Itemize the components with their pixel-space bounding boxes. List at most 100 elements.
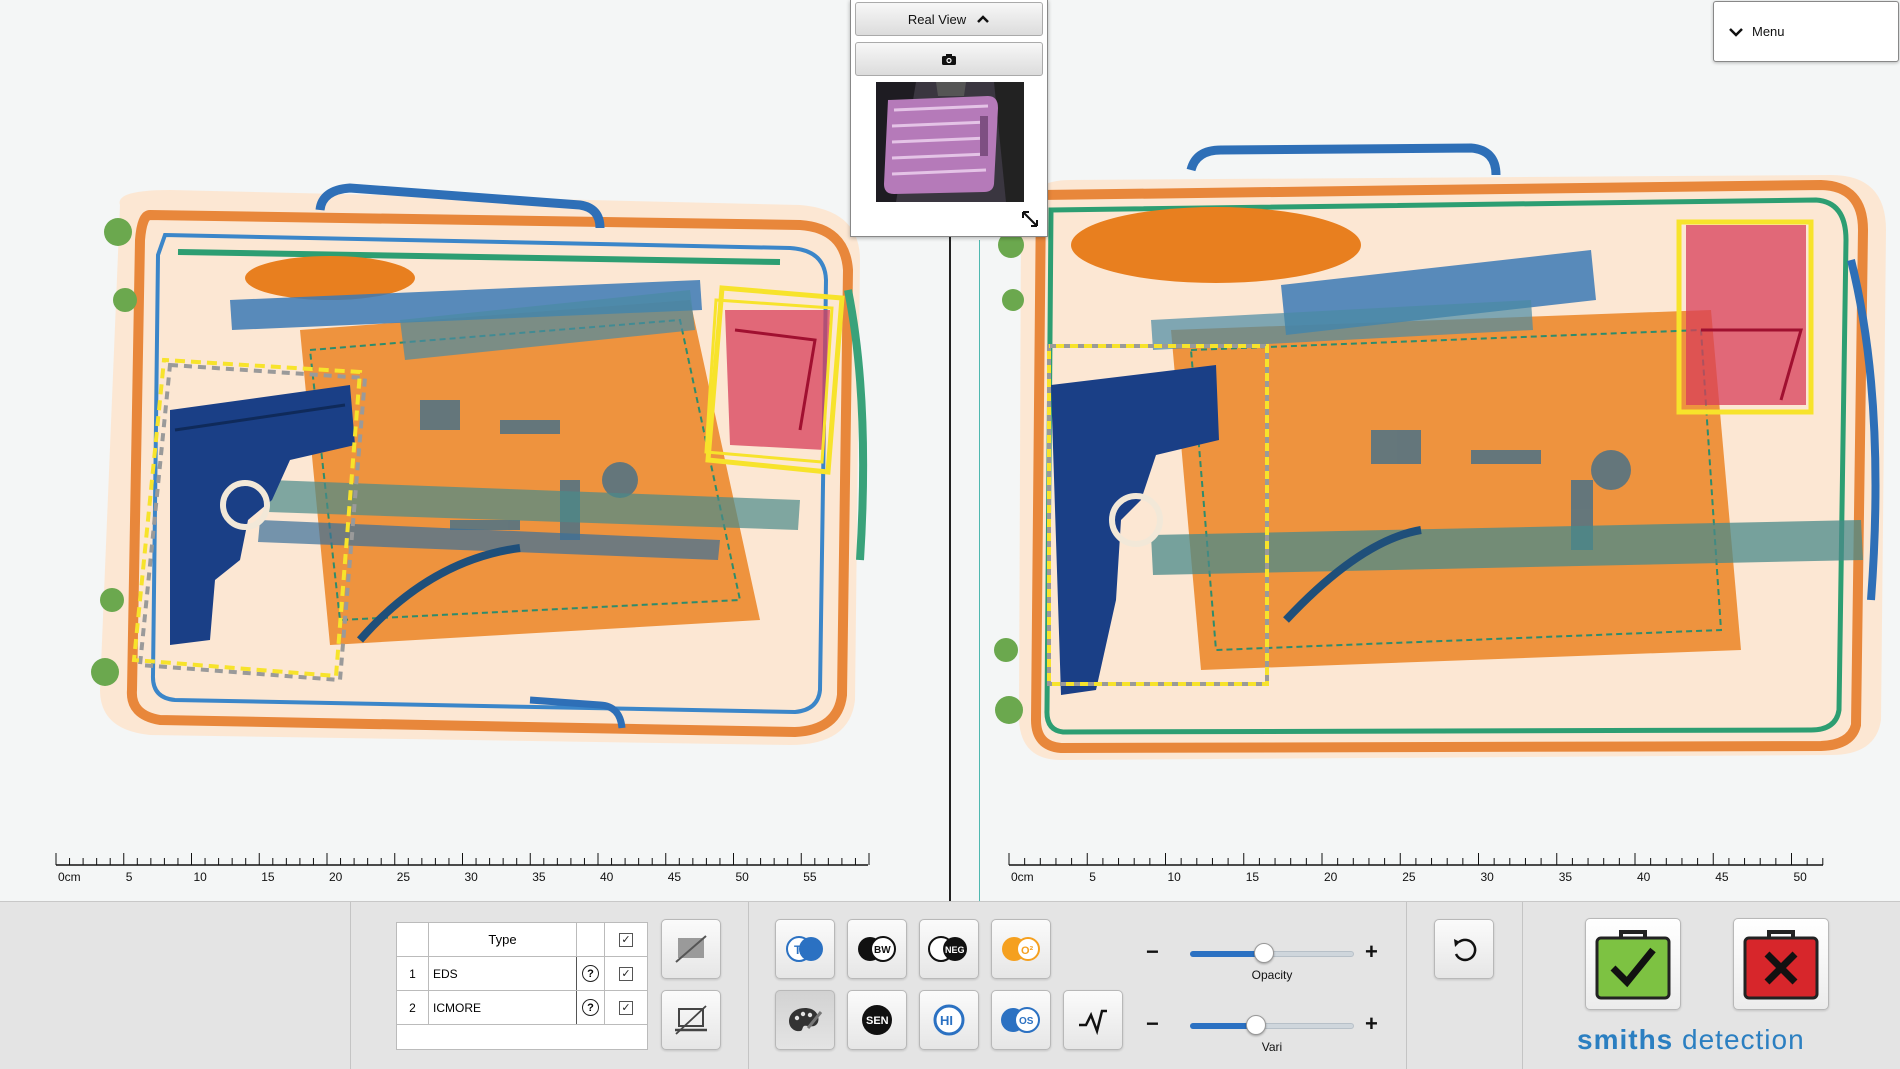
ts-button[interactable]: TS (775, 919, 835, 979)
type-column-header: Type (429, 923, 577, 956)
opacity-increase-button[interactable]: + (1365, 937, 1378, 967)
ruler-left: 0cm 5 10 15 20 25 30 35 40 45 50 55 (55, 853, 870, 884)
detection-table: Type ✓ 1 EDS ? ✓ 2 ICMORE ? ✓ (396, 922, 648, 1050)
function-curve-button[interactable] (1063, 990, 1123, 1050)
chevron-up-icon (977, 15, 990, 23)
help-icon[interactable]: ? (582, 999, 599, 1016)
overlay-off-icon (675, 935, 707, 963)
brand-logo: smiths detection (1577, 1024, 1847, 1056)
detection-row-checkbox[interactable]: ✓ (619, 1000, 633, 1015)
left-view-pane[interactable]: 0cm 5 10 15 20 25 30 35 40 45 50 55 (0, 0, 949, 901)
bw-button[interactable]: BW (847, 919, 907, 979)
suitcase-photo[interactable] (876, 82, 1024, 202)
vari-decrease-button[interactable]: − (1146, 1009, 1159, 1039)
vari-slider[interactable]: − + Vari (1146, 1008, 1386, 1058)
ruler-tick-label: 45 (668, 870, 682, 884)
curve-icon (1079, 1009, 1107, 1035)
bw-icon: BW (858, 936, 896, 962)
ruler-tick-label: 20 (1324, 870, 1338, 884)
o2-icon: O² (1002, 937, 1040, 961)
bottom-toolbar: Type ✓ 1 EDS ? ✓ 2 ICMORE ? ✓ TS BW NEG … (0, 901, 1900, 1069)
detection-table-header: Type ✓ (397, 923, 647, 957)
ruler-tick-label: 25 (1402, 870, 1416, 884)
toolbar-separator (350, 902, 351, 1069)
brand-name-part1: smiths (1577, 1024, 1674, 1055)
detection-row[interactable]: 1 EDS ? ✓ (397, 957, 647, 991)
xray-image-right[interactable] (951, 0, 1900, 860)
expand-icon[interactable] (1019, 208, 1041, 230)
detection-row-type: ICMORE (429, 991, 577, 1024)
ruler-tick-label: 50 (736, 870, 750, 884)
os-icon: OS (1001, 1007, 1040, 1033)
ruler-tick-label: 45 (1715, 870, 1729, 884)
alarm-bag-button[interactable] (1733, 918, 1829, 1010)
opacity-slider-handle[interactable] (1253, 943, 1274, 963)
real-view-panel: Real View (850, 0, 1048, 237)
suitcase-check-icon (1595, 930, 1671, 1000)
vari-slider-handle[interactable] (1245, 1015, 1266, 1035)
xray-image-left[interactable] (0, 0, 949, 860)
sen-button[interactable]: SEN (847, 990, 907, 1050)
snapshot-button[interactable] (855, 42, 1043, 76)
opacity-decrease-button[interactable]: − (1146, 937, 1159, 967)
hide-overlay-button[interactable] (661, 919, 721, 979)
ruler-tick-label: 10 (1168, 870, 1182, 884)
select-all-checkbox[interactable]: ✓ (619, 932, 633, 947)
real-view-toggle-button[interactable]: Real View (855, 2, 1043, 36)
ruler-tick-label: 5 (126, 870, 133, 884)
ruler-tick-label: 30 (465, 870, 479, 884)
camera-icon (942, 53, 956, 65)
laptop-icon (675, 1005, 707, 1035)
ts-label: TS (794, 943, 809, 957)
hi-button[interactable]: HI (919, 990, 979, 1050)
reset-button[interactable] (1434, 919, 1494, 979)
toolbar-separator (1406, 902, 1407, 1069)
hi-icon: HI (933, 1004, 965, 1036)
opacity-slider[interactable]: − + Opacity (1146, 936, 1386, 986)
ruler-tick-label: 40 (1637, 870, 1651, 884)
brand-name-part2: detection (1673, 1024, 1805, 1055)
ruler-right: 0cm 5 10 15 20 25 30 35 40 45 50 (1008, 853, 1824, 884)
ruler-right-zero-label: 0cm (1011, 870, 1034, 884)
vari-increase-button[interactable]: + (1365, 1009, 1378, 1039)
clear-bag-button[interactable] (1585, 918, 1681, 1010)
menu-label: Menu (1752, 24, 1785, 39)
laptop-overlay-button[interactable] (661, 990, 721, 1050)
ruler-tick-label: 35 (532, 870, 546, 884)
palette-icon (789, 1008, 823, 1032)
neg-button[interactable]: NEG (919, 919, 979, 979)
neg-label: NEG (945, 945, 965, 955)
bw-label: BW (874, 945, 891, 956)
ruler-tick-label: 15 (1246, 870, 1260, 884)
right-view-pane[interactable]: 0cm 5 10 15 20 25 30 35 40 45 50 (951, 0, 1900, 901)
chevron-down-icon (1729, 27, 1743, 37)
real-view-label: Real View (907, 11, 967, 27)
rotate-ccw-icon (1454, 938, 1477, 962)
o2-label: O² (1021, 945, 1034, 957)
ruler-left-zero-label: 0cm (58, 870, 81, 884)
opacity-slider-fill (1190, 951, 1264, 957)
detection-row[interactable]: 2 ICMORE ? ✓ (397, 991, 647, 1025)
ruler-tick-label: 50 (1794, 870, 1808, 884)
suitcase-x-icon (1743, 930, 1819, 1000)
o2-button[interactable]: O² (991, 919, 1051, 979)
detection-row-type: EDS (429, 957, 577, 990)
menu-button[interactable]: Menu (1713, 1, 1899, 62)
detection-row-checkbox[interactable]: ✓ (619, 966, 633, 981)
ruler-tick-label: 40 (600, 870, 614, 884)
ruler-tick-label: 20 (329, 870, 343, 884)
xray-viewer: 0cm 5 10 15 20 25 30 35 40 45 50 55 0cm … (0, 0, 1900, 901)
ruler-tick-label: 30 (1481, 870, 1495, 884)
ruler-tick-label: 25 (397, 870, 411, 884)
toolbar-separator (1522, 902, 1523, 1069)
opacity-label: Opacity (1251, 968, 1293, 982)
ts-icon: TS (786, 936, 823, 962)
hi-label: HI (940, 1013, 953, 1028)
os-button[interactable]: OS (991, 990, 1051, 1050)
sen-label: SEN (866, 1015, 889, 1027)
neg-icon: NEG (928, 936, 967, 962)
vari-label: Vari (1261, 1040, 1283, 1054)
help-icon[interactable]: ? (582, 965, 599, 982)
ruler-tick-label: 15 (261, 870, 275, 884)
color-palette-button[interactable] (775, 990, 835, 1050)
